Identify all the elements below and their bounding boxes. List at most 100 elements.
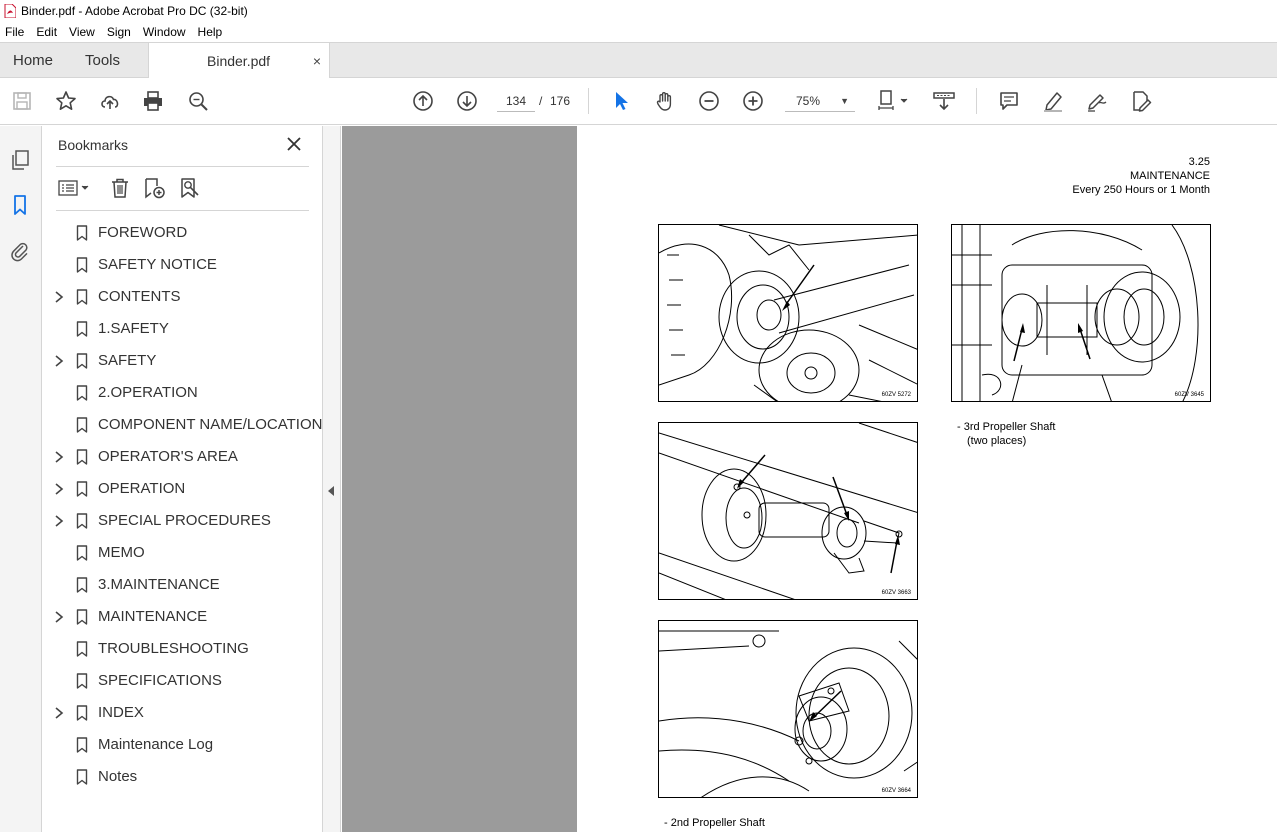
menu-view[interactable]: View bbox=[63, 25, 101, 39]
bookmarks-icon[interactable] bbox=[8, 193, 32, 217]
figure-propeller-shaft-4: 60ZV 3664 bbox=[658, 620, 918, 798]
figure-illustration bbox=[952, 225, 1199, 401]
bookmark-icon bbox=[76, 321, 88, 337]
tab-document[interactable]: Binder.pdf × bbox=[148, 43, 330, 79]
main-toolbar: 134 / 176 75% ▼ bbox=[0, 78, 1277, 125]
acrobat-app-icon bbox=[4, 3, 16, 18]
close-tab-icon[interactable]: × bbox=[313, 43, 321, 79]
panel-divider-2 bbox=[56, 210, 309, 211]
menu-file[interactable]: File bbox=[0, 25, 30, 39]
figure-code: 60ZV 5272 bbox=[881, 392, 911, 398]
bookmark-item[interactable]: OPERATION bbox=[42, 473, 322, 505]
bookmark-item[interactable]: MEMO bbox=[42, 537, 322, 569]
bookmark-icon bbox=[76, 353, 88, 369]
caption-line: - 3rd Propeller Shaft bbox=[957, 421, 1056, 433]
bookmark-icon bbox=[76, 769, 88, 785]
chevron-right-icon[interactable] bbox=[54, 610, 64, 624]
bookmark-item[interactable]: Notes bbox=[42, 761, 322, 793]
previous-page-icon[interactable] bbox=[411, 89, 435, 113]
draw-sign-icon[interactable] bbox=[1085, 89, 1109, 113]
figure-illustration bbox=[659, 225, 917, 401]
total-pages: 176 bbox=[550, 94, 571, 108]
bookmark-icon bbox=[76, 577, 88, 593]
attachments-icon[interactable] bbox=[8, 239, 32, 263]
bookmark-item[interactable]: SPECIFICATIONS bbox=[42, 665, 322, 697]
bookmark-label: OPERATION bbox=[98, 480, 186, 497]
bookmark-label: MAINTENANCE bbox=[98, 608, 208, 625]
chevron-right-icon[interactable] bbox=[54, 482, 64, 496]
page-fit-icon[interactable] bbox=[876, 89, 912, 113]
bookmark-item[interactable]: TROUBLESHOOTING bbox=[42, 633, 322, 665]
delete-bookmark-icon[interactable] bbox=[108, 176, 132, 200]
bookmarks-panel: Bookmarks FOREWORD SAFETY NOTICE CONTENTS 1… bbox=[42, 126, 323, 832]
highlight-pen-icon[interactable] bbox=[1041, 89, 1065, 113]
menu-window[interactable]: Window bbox=[137, 25, 192, 39]
bookmark-options-icon[interactable] bbox=[56, 176, 94, 200]
hand-tool-icon[interactable] bbox=[653, 89, 677, 113]
bookmark-item[interactable]: COMPONENT NAME/LOCATION bbox=[42, 409, 322, 441]
bookmark-icon bbox=[76, 481, 88, 497]
next-page-icon[interactable] bbox=[455, 89, 479, 113]
add-bookmark-icon[interactable] bbox=[142, 176, 166, 200]
chevron-right-icon[interactable] bbox=[54, 354, 64, 368]
chevron-right-icon[interactable] bbox=[54, 706, 64, 720]
chevron-right-icon[interactable] bbox=[54, 514, 64, 528]
tab-tools[interactable]: Tools bbox=[85, 43, 120, 78]
menu-sign[interactable]: Sign bbox=[101, 25, 137, 39]
bookmark-icon bbox=[76, 513, 88, 529]
search-zoom-icon[interactable] bbox=[186, 89, 210, 113]
pdf-page: 3.25 MAINTENANCE Every 250 Hours or 1 Mo… bbox=[577, 126, 1277, 832]
chevron-down-icon: ▼ bbox=[840, 96, 849, 106]
star-icon[interactable] bbox=[54, 89, 78, 113]
collapse-panel-icon[interactable] bbox=[328, 486, 334, 496]
document-viewport[interactable]: 3.25 MAINTENANCE Every 250 Hours or 1 Mo… bbox=[342, 126, 1277, 832]
comment-icon[interactable] bbox=[997, 89, 1021, 113]
tab-home[interactable]: Home bbox=[13, 43, 53, 78]
zoom-level-select[interactable]: 75% ▼ bbox=[785, 90, 855, 112]
bookmark-label: CONTENTS bbox=[98, 288, 181, 305]
bookmark-icon bbox=[76, 289, 88, 305]
save-icon[interactable] bbox=[10, 89, 34, 113]
bookmark-icon bbox=[76, 545, 88, 561]
chevron-right-icon[interactable] bbox=[54, 450, 64, 464]
bookmark-label: FOREWORD bbox=[98, 224, 188, 241]
page-thumbnails-icon[interactable] bbox=[8, 148, 32, 172]
cloud-upload-icon[interactable] bbox=[98, 89, 122, 113]
bookmark-label: INDEX bbox=[98, 704, 144, 721]
left-navigation-rail bbox=[0, 126, 42, 832]
bookmark-item[interactable]: 1.SAFETY bbox=[42, 313, 322, 345]
bookmark-item[interactable]: 3.MAINTENANCE bbox=[42, 569, 322, 601]
print-icon[interactable] bbox=[141, 89, 165, 113]
bookmark-icon bbox=[76, 673, 88, 689]
zoom-in-icon[interactable] bbox=[741, 89, 765, 113]
close-icon[interactable] bbox=[285, 135, 303, 153]
bookmark-item[interactable]: MAINTENANCE bbox=[42, 601, 322, 633]
bookmark-icon bbox=[76, 641, 88, 657]
menu-edit[interactable]: Edit bbox=[30, 25, 63, 39]
bookmark-item[interactable]: 2.OPERATION bbox=[42, 377, 322, 409]
bookmark-item[interactable]: Maintenance Log bbox=[42, 729, 322, 761]
scroll-mode-icon[interactable] bbox=[932, 89, 956, 113]
bookmark-item[interactable]: SPECIAL PROCEDURES bbox=[42, 505, 322, 537]
bookmark-item[interactable]: SAFETY bbox=[42, 345, 322, 377]
window-title: Binder.pdf - Adobe Acrobat Pro DC (32-bi… bbox=[21, 3, 248, 18]
bookmark-item[interactable]: FOREWORD bbox=[42, 217, 322, 249]
chevron-right-icon[interactable] bbox=[54, 290, 64, 304]
bookmark-label: COMPONENT NAME/LOCATION bbox=[98, 416, 323, 433]
bookmark-item[interactable]: CONTENTS bbox=[42, 281, 322, 313]
bookmark-item[interactable]: SAFETY NOTICE bbox=[42, 249, 322, 281]
menu-bar: File Edit View Sign Window Help bbox=[0, 21, 1277, 42]
bookmark-item[interactable]: OPERATOR'S AREA bbox=[42, 441, 322, 473]
bookmark-label: 3.MAINTENANCE bbox=[98, 576, 220, 593]
zoom-out-icon[interactable] bbox=[697, 89, 721, 113]
find-bookmark-icon[interactable] bbox=[178, 176, 202, 200]
toolbar-divider bbox=[588, 88, 589, 114]
menu-help[interactable]: Help bbox=[192, 25, 229, 39]
panel-splitter[interactable] bbox=[323, 126, 341, 832]
current-page-input[interactable]: 134 bbox=[497, 90, 535, 112]
edit-pdf-icon[interactable] bbox=[1129, 89, 1153, 113]
bookmark-label: SPECIAL PROCEDURES bbox=[98, 512, 271, 529]
bookmark-item[interactable]: INDEX bbox=[42, 697, 322, 729]
figure-illustration bbox=[659, 423, 917, 599]
select-cursor-icon[interactable] bbox=[609, 89, 633, 113]
